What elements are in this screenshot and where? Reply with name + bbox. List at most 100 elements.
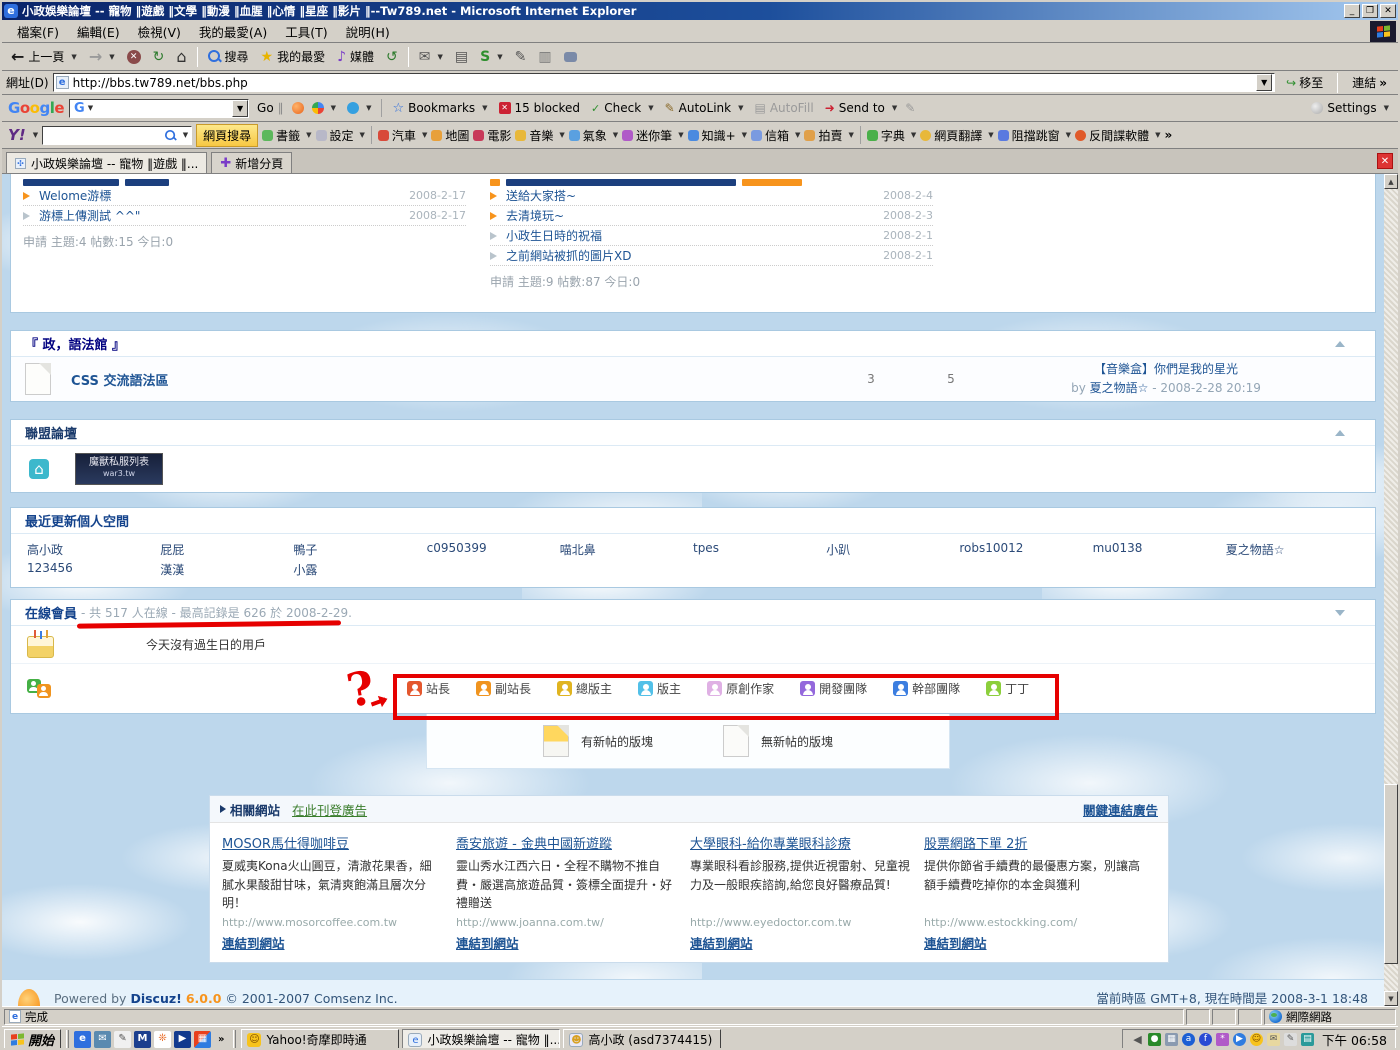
- yahoo-settings-button[interactable]: 設定▼: [316, 127, 365, 144]
- back-button[interactable]: ←上一頁▼: [6, 46, 82, 67]
- alliance-banner[interactable]: 魔獸私服列表 war3.tw: [75, 453, 163, 485]
- yahoo-maps-button[interactable]: 地圖: [431, 127, 469, 144]
- volume-icon[interactable]: ◀: [1131, 1033, 1144, 1046]
- user-space-link[interactable]: 高小政: [27, 541, 160, 558]
- user-space-link[interactable]: 屁屁: [160, 541, 293, 558]
- address-input[interactable]: e http://bbs.tw789.net/bbs.php ▼: [53, 73, 1276, 92]
- mail-notify-icon[interactable]: ✉: [1267, 1033, 1280, 1046]
- menu-help[interactable]: 說明(H): [337, 20, 399, 43]
- thread-row[interactable]: 游標上傳測試 ^^" 2008-2-17: [23, 206, 466, 226]
- wireless-icon[interactable]: ●: [1148, 1033, 1161, 1046]
- ad-visit-link[interactable]: 連結到網站: [456, 936, 519, 951]
- messenger-button[interactable]: S▼: [475, 48, 507, 66]
- user-space-link[interactable]: mu0138: [1093, 541, 1226, 558]
- yahoo-antispy-button[interactable]: 反間諜軟體▼: [1075, 127, 1160, 144]
- ad-title-link[interactable]: 喬安旅遊 - 金典中國新遊蹤: [456, 833, 676, 852]
- favorites-button[interactable]: ★我的最愛: [256, 46, 331, 67]
- collapse-chevron-icon[interactable]: [1335, 610, 1345, 616]
- stop-button[interactable]: ✕: [122, 48, 146, 66]
- quicklaunch-overflow-chevron[interactable]: »: [214, 1033, 228, 1046]
- collapse-chevron-icon[interactable]: [1335, 430, 1345, 436]
- thread-link[interactable]: 去清境玩~: [506, 207, 883, 224]
- spellcheck-button[interactable]: ✓Check▼: [588, 100, 657, 116]
- notes-button[interactable]: ▥: [533, 48, 556, 66]
- user-space-link[interactable]: 喵北鼻: [560, 541, 693, 558]
- menu-tools[interactable]: 工具(T): [276, 20, 336, 43]
- post-ad-link[interactable]: 在此刊登廣告: [292, 800, 367, 819]
- yahoo-mail-button[interactable]: 信箱▼: [751, 127, 800, 144]
- print-button[interactable]: ▤: [450, 48, 473, 66]
- yahoo-bookmarks-button[interactable]: 書籤▼: [262, 127, 311, 144]
- yahoo-translate-button[interactable]: 網頁翻譯▼: [920, 127, 993, 144]
- yahoo-popup-blocker-button[interactable]: 阻擋跳窗▼: [998, 127, 1071, 144]
- messenger-smiley-icon[interactable]: ☺: [1250, 1033, 1263, 1046]
- discuz-link[interactable]: Discuz!: [130, 991, 181, 1006]
- google-bookmarks-button[interactable]: ☆Bookmarks▼: [389, 100, 490, 117]
- user-space-link[interactable]: robs10012: [959, 541, 1092, 558]
- yahoo-dictionary-button[interactable]: 字典▼: [867, 127, 916, 144]
- ad-title-link[interactable]: MOSOR馬仕得咖啡豆: [222, 833, 442, 852]
- user-space-link[interactable]: c0950399: [427, 541, 560, 558]
- task-forum-window[interactable]: e 小政娛樂論壇 -- 寵物 ‖...: [402, 1029, 560, 1050]
- new-tab-button[interactable]: ✚ 新增分頁: [211, 152, 292, 173]
- user-space-link[interactable]: 鴨子: [293, 541, 426, 558]
- yahoo-logo[interactable]: Y!: [8, 126, 26, 144]
- home-button[interactable]: ⌂: [171, 48, 191, 66]
- network-icon[interactable]: ▦: [1165, 1033, 1178, 1046]
- user-space-link[interactable]: 小趴: [826, 541, 959, 558]
- yahoo-cars-button[interactable]: 汽車▼: [378, 127, 427, 144]
- pen-tool-icon[interactable]: ✎: [1284, 1033, 1297, 1046]
- update-icon[interactable]: ▶: [1233, 1033, 1246, 1046]
- quicklaunch-msn-icon[interactable]: M: [134, 1031, 151, 1048]
- forward-button[interactable]: →▼: [84, 48, 120, 66]
- thread-link[interactable]: 之前網站被抓的圖片XD: [506, 247, 883, 264]
- scroll-up-button[interactable]: ▲: [1384, 174, 1398, 189]
- thread-link[interactable]: 小政生日時的祝福: [506, 227, 883, 244]
- google-notifier-button[interactable]: ▼: [309, 101, 339, 115]
- scroll-down-button[interactable]: ▼: [1384, 991, 1398, 1006]
- menu-favorites[interactable]: 我的最愛(A): [190, 20, 276, 43]
- links-button[interactable]: 連結»: [1345, 73, 1394, 92]
- address-dropdown-button[interactable]: ▼: [1256, 74, 1272, 91]
- thread-link[interactable]: 送給大家搭~: [506, 187, 883, 204]
- aim-icon[interactable]: a: [1182, 1033, 1195, 1046]
- autofill-button[interactable]: ▤AutoFill: [751, 100, 816, 116]
- autolink-button[interactable]: ✎AutoLink▼: [662, 100, 747, 116]
- yahoo-auction-button[interactable]: 拍賣▼: [804, 127, 853, 144]
- send-to-button[interactable]: ➜Send to▼: [822, 100, 901, 116]
- tab-close-button[interactable]: ✕: [1377, 153, 1393, 169]
- ad-visit-link[interactable]: 連結到網站: [924, 936, 987, 951]
- yahoo-weather-button[interactable]: 氣象▼: [569, 127, 618, 144]
- icq-icon[interactable]: *: [1216, 1033, 1229, 1046]
- popup-blocked-button[interactable]: ✕15 blocked: [496, 100, 584, 116]
- start-button[interactable]: 開始: [4, 1029, 61, 1050]
- scrollbar-thumb[interactable]: [1384, 784, 1398, 964]
- quicklaunch-flower-icon[interactable]: ❊: [154, 1031, 171, 1048]
- yahoo-web-search-button[interactable]: 網頁搜尋: [196, 124, 258, 147]
- google-settings-button[interactable]: Settings▼: [1308, 100, 1392, 116]
- task-messenger-chat[interactable]: ☻ 高小政 (asd7374415): [563, 1029, 721, 1050]
- menu-file[interactable]: 檔案(F): [8, 20, 68, 43]
- quicklaunch-outlook-icon[interactable]: ✉: [94, 1031, 111, 1048]
- ad-title-link[interactable]: 大學眼科-給你專業眼科診療: [690, 833, 910, 852]
- user-space-link[interactable]: 123456: [27, 561, 160, 578]
- thread-row[interactable]: 送給大家搭~ 2008-2-4: [490, 186, 933, 206]
- user-space-link[interactable]: 漢漢: [160, 561, 293, 578]
- mail-button[interactable]: ✉▼: [414, 48, 448, 66]
- task-yahoo-messenger[interactable]: ☺ Yahoo!奇摩即時通: [241, 1029, 399, 1050]
- ime-icon[interactable]: ▤: [1301, 1033, 1314, 1046]
- maximize-button[interactable]: ❐: [1362, 4, 1378, 18]
- history-button[interactable]: ↺: [381, 48, 403, 66]
- vertical-scrollbar[interactable]: ▲ ▼: [1384, 174, 1398, 1006]
- home-link-icon[interactable]: [29, 459, 49, 479]
- section-title[interactable]: 『 政，語法館 』: [25, 334, 125, 353]
- yahoo-search-input[interactable]: ▼: [42, 126, 192, 145]
- google-search-dropdown[interactable]: ▼: [232, 100, 248, 117]
- google-talk-button[interactable]: ▼: [344, 101, 374, 115]
- search-button[interactable]: 搜尋: [203, 46, 254, 67]
- thread-link[interactable]: Welome游標: [39, 187, 409, 204]
- user-space-link[interactable]: 小露: [293, 561, 426, 578]
- last-post-author-link[interactable]: 夏之物語☆: [1090, 381, 1149, 395]
- ad-visit-link[interactable]: 連結到網站: [690, 936, 753, 951]
- thread-link[interactable]: 游標上傳測試 ^^": [39, 207, 409, 224]
